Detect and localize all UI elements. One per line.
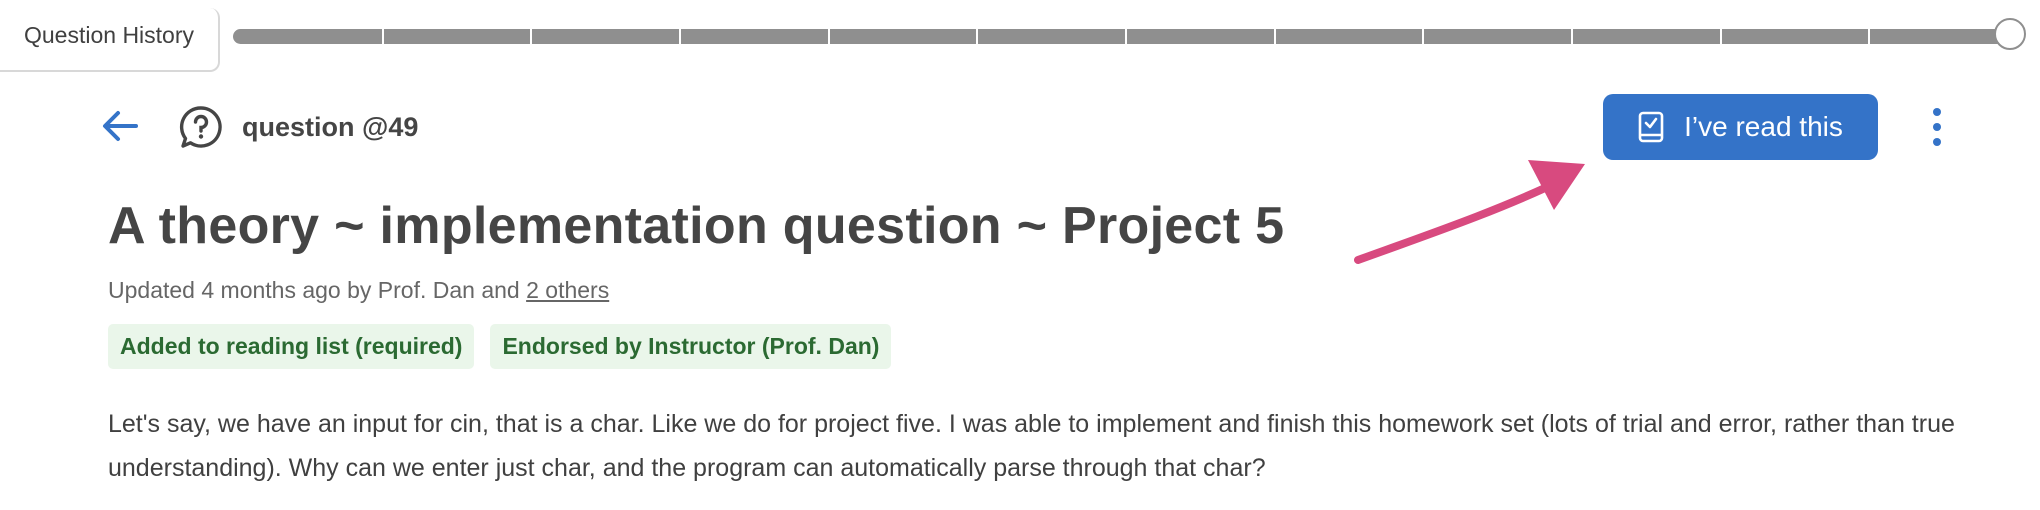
slider-tick bbox=[1125, 29, 1127, 44]
slider-tick bbox=[530, 29, 533, 44]
slider-tick bbox=[976, 29, 979, 44]
book-check-icon bbox=[1638, 111, 1664, 143]
kebab-menu-icon bbox=[1933, 108, 1941, 116]
others-link[interactable]: 2 others bbox=[526, 277, 609, 303]
slider-tick bbox=[1422, 29, 1425, 44]
slider-tick bbox=[679, 29, 681, 44]
ive-read-this-button[interactable]: I’ve read this bbox=[1603, 94, 1878, 160]
post-body: Let's say, we have an input for cin, tha… bbox=[108, 410, 1955, 482]
annotation-arrow-icon bbox=[1354, 160, 1585, 264]
more-options-button[interactable] bbox=[1920, 102, 1954, 152]
question-number-label: question @49 bbox=[242, 112, 419, 142]
reading-list-badge: Added to reading list (required) bbox=[108, 324, 475, 369]
back-button[interactable] bbox=[100, 106, 140, 146]
question-history-slider[interactable] bbox=[233, 29, 2017, 44]
slider-tick bbox=[827, 29, 830, 44]
arrow-left-icon bbox=[103, 111, 138, 141]
endorsed-badge: Endorsed by Instructor (Prof. Dan) bbox=[490, 324, 892, 369]
slider-tick bbox=[1868, 29, 1871, 44]
slider-tick bbox=[1273, 29, 1276, 44]
post-title: A theory ~ implementation question ~ Pro… bbox=[108, 197, 1285, 255]
question-history-label: Question History bbox=[24, 22, 195, 48]
question-history-slider-thumb[interactable] bbox=[1994, 18, 2026, 50]
post-meta-text: Updated 4 months ago by Prof. Dan and bbox=[108, 277, 527, 303]
question-bubble-icon bbox=[179, 106, 222, 148]
slider-tick bbox=[381, 29, 384, 44]
slider-tick bbox=[1719, 29, 1722, 44]
ive-read-this-label: I’ve read this bbox=[1684, 111, 1843, 142]
post-meta: Updated 4 months ago by Prof. Dan and 2 … bbox=[108, 277, 609, 304]
slider-tick bbox=[1571, 29, 1573, 44]
post-badges: Added to reading list (required) Endorse… bbox=[108, 324, 892, 369]
